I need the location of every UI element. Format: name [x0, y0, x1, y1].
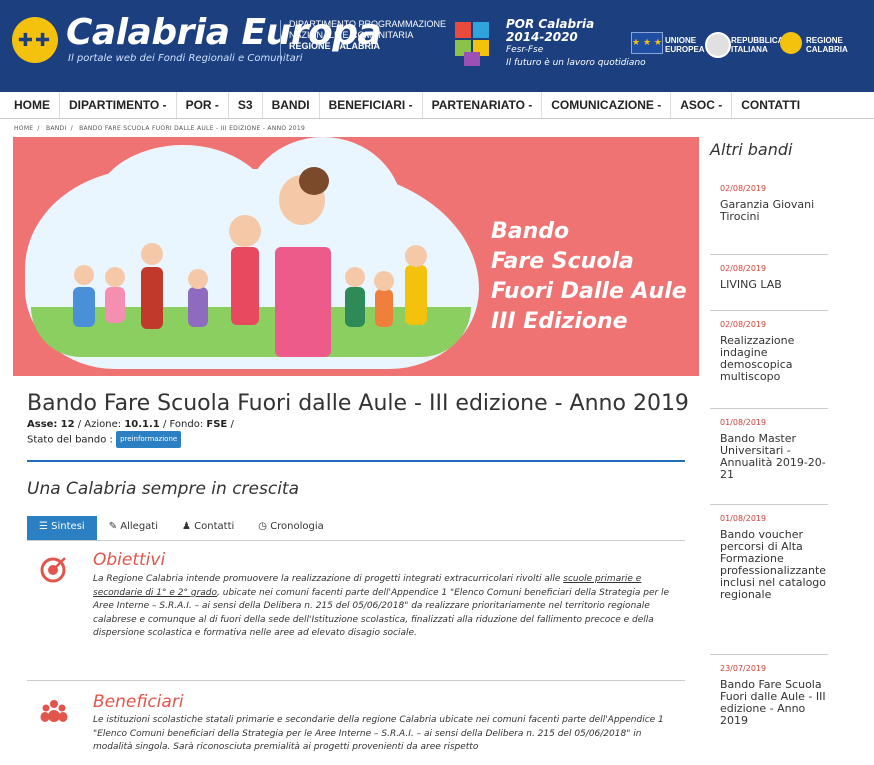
regione-emblem-icon [780, 32, 802, 54]
sidebar-divider [710, 254, 828, 255]
girl-head [229, 215, 261, 247]
banner-title: Bando Fare Scuola Fuori Dalle Aule III E… [491, 219, 687, 334]
sidebar-item-link[interactable]: Garanzia Giovani Tirocini [720, 199, 832, 223]
por-label: POR Calabria 2014-2020 Fesr-Fse Il futur… [506, 17, 646, 69]
nav-item-bandi[interactable]: BANDI [263, 92, 320, 118]
sidebar-item[interactable]: 01/08/2019 Bando Master Universitari - A… [720, 418, 832, 481]
kid-figure [345, 287, 365, 327]
sidebar-item[interactable]: 23/07/2019 Bando Fare Scuola Fuori dalle… [720, 664, 832, 727]
sidebar-item-link[interactable]: Bando voucher percorsi di Alta Formazion… [720, 529, 832, 601]
sidebar-divider [710, 408, 828, 409]
sidebar-item-date: 01/08/2019 [720, 418, 767, 427]
sidebar-item[interactable]: 02/08/2019 Garanzia Giovani Tirocini [720, 184, 832, 223]
breadcrumb-home[interactable]: HOME [14, 125, 33, 132]
group-icon [40, 700, 68, 722]
kid-head [105, 267, 125, 287]
sidebar-item-link[interactable]: Bando Fare Scuola Fuori dalle Aule - III… [720, 679, 832, 727]
teacher-figure [141, 267, 163, 329]
regione-logo-icon[interactable]: ✚✚ [12, 17, 58, 63]
kid-figure [375, 289, 393, 327]
section-title-beneficiari: Beneficiari [93, 692, 184, 712]
title-divider [27, 460, 685, 462]
site-header: ✚✚ Calabria Europa Il portale web dei Fo… [0, 0, 874, 92]
header-divider [280, 20, 281, 64]
list-icon: ☰ [39, 521, 48, 532]
nav-item-s3[interactable]: S3 [229, 92, 263, 118]
breadcrumb-current: BANDO FARE SCUOLA FUORI DALLE AULE - III… [79, 125, 306, 132]
nav-item-por[interactable]: POR - [177, 92, 229, 118]
sidebar-item-date: 02/08/2019 [720, 184, 767, 193]
tab-allegati[interactable]: ✎ Allegati [97, 516, 170, 540]
tab-sintesi[interactable]: ☰ Sintesi [27, 516, 97, 540]
sidebar-item-link[interactable]: Bando Master Universitari - Annualità 20… [720, 433, 832, 481]
kid-figure [405, 265, 427, 325]
sidebar-divider [710, 654, 828, 655]
sidebar-item-date: 02/08/2019 [720, 264, 767, 273]
sidebar-item[interactable]: 02/08/2019 LIVING LAB [720, 264, 832, 291]
department-label: DIPARTIMENTO PROGRAMMAZIONE NAZIONALE E … [289, 19, 447, 51]
tab-contatti[interactable]: ♟ Contatti [170, 516, 246, 540]
sidebar-item-link[interactable]: Realizzazione indagine demoscopica multi… [720, 335, 832, 383]
eu-flag-icon: ★ ★ ★ [631, 32, 663, 54]
section-text-obiettivi: La Regione Calabria intende promuovere l… [93, 574, 670, 638]
kid-head [188, 269, 208, 289]
section-text-beneficiari: Le istituzioni scolastiche statali prima… [93, 715, 664, 752]
nav-item-comunicazione[interactable]: COMUNICAZIONE - [542, 92, 672, 118]
regione-label: REGIONE CALABRIA [806, 36, 848, 54]
main-nav: HOME DIPARTIMENTO - POR - S3 BANDI BENEF… [0, 92, 874, 119]
brand-subtitle: Il portale web dei Fondi Regionali e Com… [68, 53, 303, 64]
person-icon: ♟ [182, 521, 191, 532]
paperclip-icon: ✎ [108, 521, 118, 532]
bando-meta: Asse: 12 / Azione: 10.1.1 / Fondo: FSE /… [27, 418, 234, 448]
kid-head [405, 245, 427, 267]
sidebar-divider [710, 504, 828, 505]
sidebar-item-date: 01/08/2019 [720, 514, 767, 523]
sidebar-item-link[interactable]: LIVING LAB [720, 279, 832, 291]
sidebar-divider [710, 310, 828, 311]
nav-item-contatti[interactable]: CONTATTI [732, 92, 809, 118]
repubblica-emblem-icon [705, 32, 731, 58]
nav-item-beneficiari[interactable]: BENEFICIARI - [320, 92, 423, 118]
puzzle-logo-icon [455, 22, 489, 66]
sidebar-item-date: 02/08/2019 [720, 320, 767, 329]
nav-item-home[interactable]: HOME [0, 92, 60, 118]
page-title: Bando Fare Scuola Fuori dalle Aule - III… [27, 391, 689, 416]
kid-head [74, 265, 94, 285]
nav-item-asoc[interactable]: ASOC - [671, 92, 733, 118]
kid-figure [105, 287, 125, 323]
kid-head [374, 271, 394, 291]
sidebar-item[interactable]: 02/08/2019 Realizzazione indagine demosc… [720, 320, 832, 383]
ue-label: UNIONE EUROPEA [665, 36, 705, 54]
woman-hair [299, 167, 329, 195]
nav-item-dipartimento[interactable]: DIPARTIMENTO - [60, 92, 177, 118]
kid-figure [73, 287, 95, 327]
status-badge: preinformazione [116, 431, 182, 448]
content-tabs: ☰ Sintesi ✎ Allegati ♟ Contatti ◷ Cronol… [27, 516, 685, 541]
section-divider [27, 680, 685, 681]
breadcrumb-bandi[interactable]: BANDI [46, 125, 67, 132]
nav-item-partenariato[interactable]: PARTENARIATO - [423, 92, 543, 118]
section-title-obiettivi: Obiettivi [93, 550, 166, 570]
breadcrumb: HOME / BANDI / BANDO FARE SCUOLA FUORI DAL… [14, 125, 306, 132]
kid-head [345, 267, 365, 287]
page-subtitle: Una Calabria sempre in crescita [27, 479, 300, 499]
sidebar-title: Altri bandi [710, 140, 793, 159]
target-icon [40, 557, 66, 583]
repubblica-label: REPUBBLICA ITALIANA [731, 36, 784, 54]
clock-icon: ◷ [258, 521, 267, 532]
sidebar-item-date: 23/07/2019 [720, 664, 767, 673]
kid-figure [188, 287, 208, 327]
teacher-head [141, 243, 163, 265]
tab-cronologia[interactable]: ◷ Cronologia [246, 516, 336, 540]
sidebar-item[interactable]: 01/08/2019 Bando voucher percorsi di Alt… [720, 514, 832, 601]
girl-figure [231, 247, 259, 325]
woman-figure [275, 247, 331, 357]
hero-banner: Bando Fare Scuola Fuori Dalle Aule III E… [13, 137, 699, 376]
